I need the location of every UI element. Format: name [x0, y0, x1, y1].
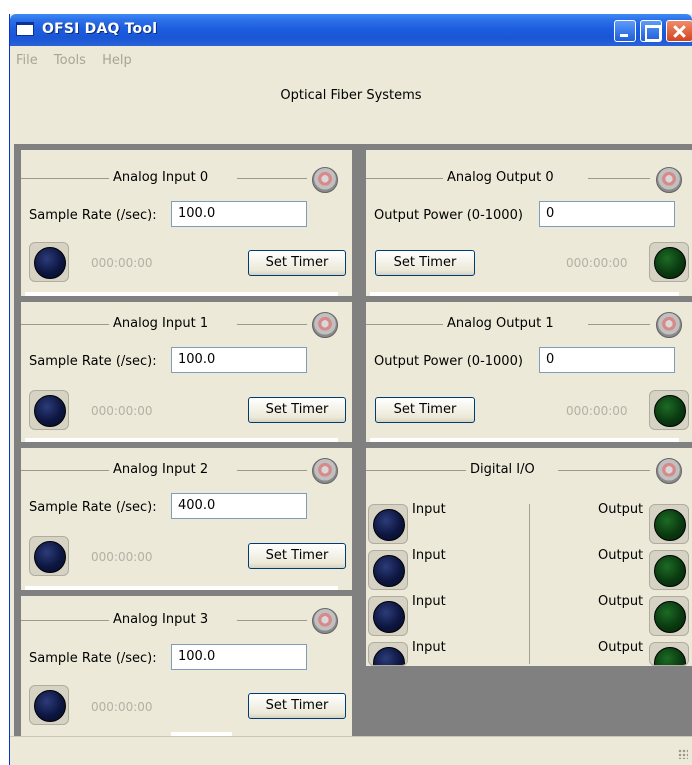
status-bar [10, 736, 692, 765]
window-title: OFSI DAQ Tool [42, 21, 158, 37]
analog-output-1-power-input[interactable]: 0 [539, 347, 675, 373]
analog-input-0-led-icon[interactable] [29, 242, 69, 282]
digital-io-panel: Digital I/O Input Output Input Output In… [366, 448, 692, 666]
analog-input-3-rate-input[interactable]: 100.0 [171, 644, 307, 670]
app-window-icon [16, 22, 34, 36]
analog-output-0-panel: Analog Output 0 Output Power (0-1000) 0 … [366, 150, 692, 296]
digital-io-status-icon [656, 458, 682, 484]
analog-output-0-power-input[interactable]: 0 [539, 201, 675, 227]
digital-input-1-led-icon[interactable] [368, 504, 408, 544]
analog-input-0-rate-label: Sample Rate (/sec): [29, 208, 157, 223]
menu-bar: File Tools Help [10, 50, 692, 72]
menu-help[interactable]: Help [102, 50, 132, 72]
analog-input-2-title: Analog Input 2 [109, 462, 213, 477]
analog-output-1-status-icon [656, 312, 682, 338]
analog-output-0-title: Analog Output 0 [443, 170, 558, 185]
app-window: OFSI DAQ Tool File Tools Help Optical Fi… [9, 14, 692, 765]
analog-input-3-title: Analog Input 3 [109, 612, 213, 627]
digital-output-3-led-icon[interactable] [649, 596, 689, 636]
digital-output-4-label: Output [598, 640, 644, 655]
header-area: Optical Fiber Systems [10, 72, 692, 142]
analog-output-1-title: Analog Output 1 [443, 316, 558, 331]
digital-input-4-led-icon[interactable] [368, 642, 408, 666]
title-bar[interactable]: OFSI DAQ Tool [10, 14, 692, 46]
analog-output-0-power-label: Output Power (0-1000) [374, 208, 523, 223]
minimize-icon[interactable] [614, 20, 636, 42]
analog-input-1-panel: Analog Input 1 Sample Rate (/sec): 100.0… [21, 302, 352, 442]
digital-input-3-label: Input [412, 594, 446, 609]
analog-input-0-title: Analog Input 0 [109, 170, 213, 185]
analog-input-3-set-timer-button[interactable]: Set Timer [248, 693, 346, 719]
analog-input-2-set-timer-button[interactable]: Set Timer [248, 543, 346, 569]
analog-input-2-panel: Analog Input 2 Sample Rate (/sec): 400.0… [21, 448, 352, 590]
analog-input-2-led-icon[interactable] [29, 536, 69, 576]
analog-output-1-power-label: Output Power (0-1000) [374, 354, 523, 369]
analog-input-1-rate-label: Sample Rate (/sec): [29, 354, 157, 369]
digital-output-3-label: Output [598, 594, 644, 609]
analog-input-2-status-icon [312, 458, 338, 484]
analog-input-0-status-icon [312, 167, 338, 193]
digital-output-4-led-icon[interactable] [649, 642, 689, 666]
digital-input-2-led-icon[interactable] [368, 550, 408, 590]
menu-file[interactable]: File [16, 50, 38, 72]
analog-output-1-led-icon[interactable] [649, 390, 689, 430]
digital-output-1-led-icon[interactable] [649, 504, 689, 544]
analog-output-0-status-icon [656, 167, 682, 193]
menu-tools[interactable]: Tools [54, 50, 86, 72]
resize-grip-icon[interactable] [678, 749, 688, 759]
work-area: Analog Input 0 Sample Rate (/sec): 100.0… [14, 144, 692, 736]
analog-output-0-led-icon[interactable] [649, 242, 689, 282]
digital-io-title: Digital I/O [466, 462, 539, 477]
maximize-icon[interactable] [640, 20, 662, 42]
analog-output-0-timer: 000:00:00 [566, 256, 628, 270]
analog-input-1-status-icon [312, 312, 338, 338]
analog-input-1-timer: 000:00:00 [91, 404, 153, 418]
analog-input-1-set-timer-button[interactable]: Set Timer [248, 397, 346, 423]
analog-input-1-rate-input[interactable]: 100.0 [171, 347, 307, 373]
analog-input-3-rate-label: Sample Rate (/sec): [29, 651, 157, 666]
analog-input-3-led-icon[interactable] [29, 685, 69, 725]
analog-input-2-timer: 000:00:00 [91, 550, 153, 564]
analog-input-3-timer: 000:00:00 [91, 700, 153, 714]
analog-output-1-timer: 000:00:00 [566, 404, 628, 418]
analog-input-0-timer: 000:00:00 [91, 256, 153, 270]
analog-input-2-rate-input[interactable]: 400.0 [171, 493, 307, 519]
analog-input-1-led-icon[interactable] [29, 390, 69, 430]
analog-input-1-title: Analog Input 1 [109, 316, 213, 331]
digital-input-2-label: Input [412, 548, 446, 563]
close-icon[interactable] [666, 20, 692, 42]
analog-output-0-set-timer-button[interactable]: Set Timer [375, 250, 475, 276]
digital-output-2-led-icon[interactable] [649, 550, 689, 590]
digital-input-3-led-icon[interactable] [368, 596, 408, 636]
analog-input-2-rate-label: Sample Rate (/sec): [29, 500, 157, 515]
analog-input-0-rate-input[interactable]: 100.0 [171, 201, 307, 227]
analog-input-3-panel: Analog Input 3 Sample Rate (/sec): 100.0… [21, 596, 352, 736]
digital-output-2-label: Output [598, 548, 644, 563]
analog-input-0-panel: Analog Input 0 Sample Rate (/sec): 100.0… [21, 150, 352, 296]
digital-input-4-label: Input [412, 640, 446, 655]
analog-output-1-panel: Analog Output 1 Output Power (0-1000) 0 … [366, 302, 692, 442]
analog-input-0-set-timer-button[interactable]: Set Timer [248, 250, 346, 276]
digital-output-1-label: Output [598, 502, 644, 517]
digital-input-1-label: Input [412, 502, 446, 517]
analog-input-3-status-icon [312, 608, 338, 634]
analog-output-1-set-timer-button[interactable]: Set Timer [375, 397, 475, 423]
header-title: Optical Fiber Systems [280, 88, 422, 103]
